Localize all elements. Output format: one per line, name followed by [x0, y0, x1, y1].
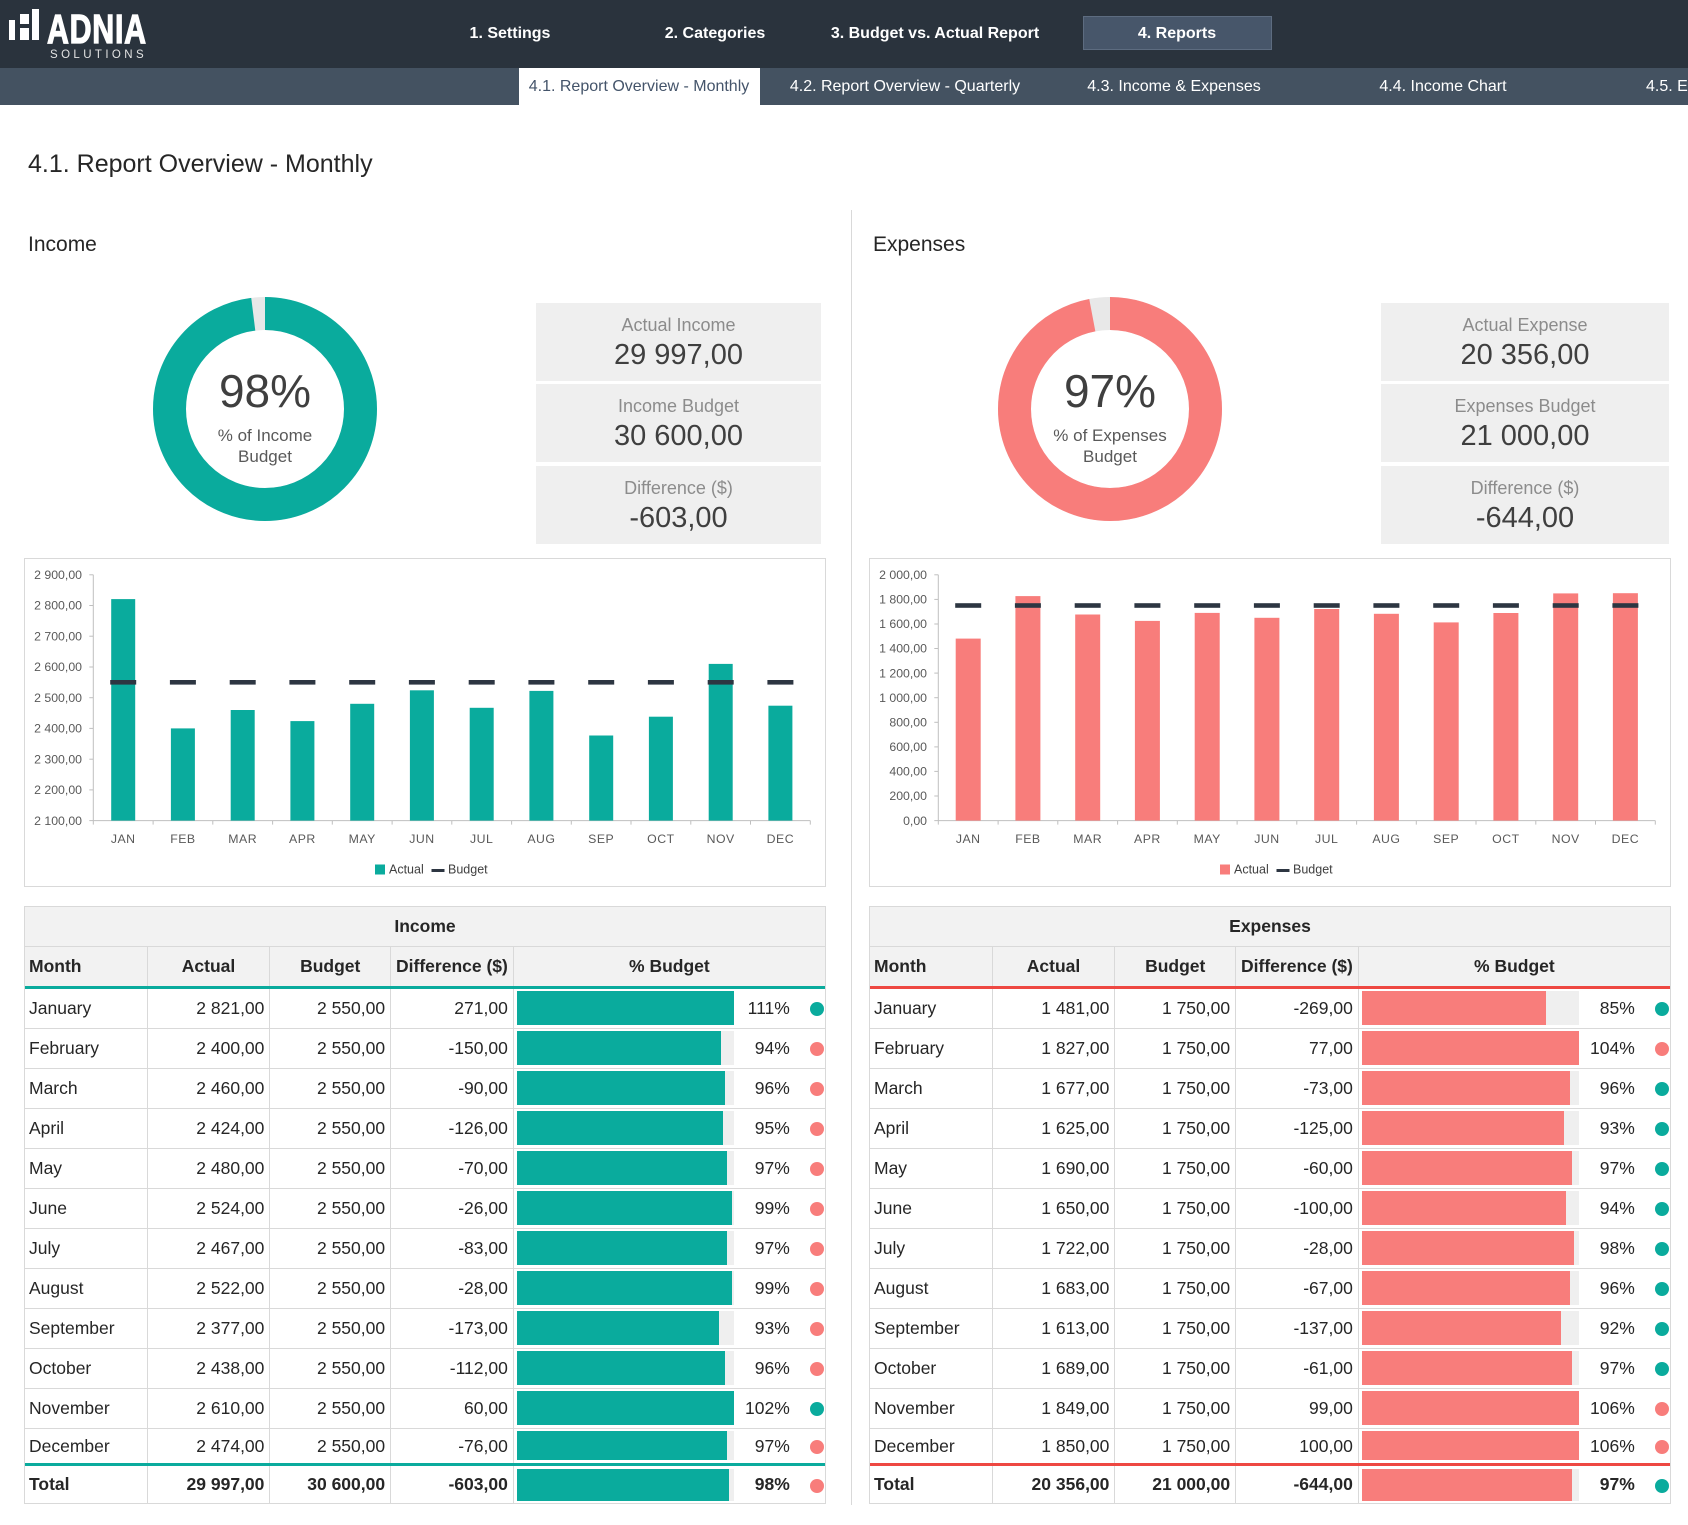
- svg-text:MAR: MAR: [228, 832, 257, 846]
- svg-text:OCT: OCT: [647, 832, 674, 846]
- svg-text:200,00: 200,00: [889, 789, 927, 803]
- svg-text:1 800,00: 1 800,00: [879, 593, 927, 607]
- svg-text:2 800,00: 2 800,00: [34, 599, 82, 613]
- svg-text:AUG: AUG: [527, 832, 555, 846]
- svg-text:APR: APR: [289, 832, 316, 846]
- svg-text:DEC: DEC: [1612, 832, 1639, 846]
- svg-text:JUN: JUN: [409, 832, 434, 846]
- svg-text:DEC: DEC: [767, 832, 794, 846]
- svg-text:Actual: Actual: [1234, 863, 1269, 877]
- svg-text:FEB: FEB: [170, 832, 195, 846]
- svg-text:Budget: Budget: [1293, 863, 1333, 877]
- svg-text:2 900,00: 2 900,00: [34, 568, 82, 582]
- svg-text:MAY: MAY: [349, 832, 376, 846]
- svg-text:JUL: JUL: [1315, 832, 1338, 846]
- svg-text:APR: APR: [1134, 832, 1161, 846]
- svg-text:600,00: 600,00: [889, 740, 927, 754]
- svg-text:OCT: OCT: [1492, 832, 1519, 846]
- svg-text:NOV: NOV: [1552, 832, 1580, 846]
- svg-text:1 400,00: 1 400,00: [879, 642, 927, 656]
- svg-text:2 400,00: 2 400,00: [34, 722, 82, 736]
- svg-text:Actual: Actual: [389, 863, 424, 877]
- svg-text:2 000,00: 2 000,00: [879, 568, 927, 582]
- svg-text:MAR: MAR: [1073, 832, 1102, 846]
- svg-text:0,00: 0,00: [903, 814, 927, 828]
- svg-text:1 200,00: 1 200,00: [879, 666, 927, 680]
- svg-text:2 300,00: 2 300,00: [34, 752, 82, 766]
- svg-text:1 600,00: 1 600,00: [879, 617, 927, 631]
- svg-text:2 500,00: 2 500,00: [34, 691, 82, 705]
- svg-text:JAN: JAN: [956, 832, 981, 846]
- svg-text:JUN: JUN: [1254, 832, 1279, 846]
- svg-text:2 200,00: 2 200,00: [34, 783, 82, 797]
- svg-text:800,00: 800,00: [889, 716, 927, 730]
- svg-text:2 700,00: 2 700,00: [34, 630, 82, 644]
- svg-text:JAN: JAN: [111, 832, 136, 846]
- svg-text:MAY: MAY: [1194, 832, 1221, 846]
- svg-text:FEB: FEB: [1015, 832, 1040, 846]
- svg-text:SEP: SEP: [588, 832, 614, 846]
- svg-text:JUL: JUL: [470, 832, 493, 846]
- svg-text:NOV: NOV: [707, 832, 735, 846]
- svg-text:SEP: SEP: [1433, 832, 1459, 846]
- svg-text:2 100,00: 2 100,00: [34, 814, 82, 828]
- svg-text:400,00: 400,00: [889, 765, 927, 779]
- svg-text:AUG: AUG: [1372, 832, 1400, 846]
- svg-text:1 000,00: 1 000,00: [879, 691, 927, 705]
- svg-text:Budget: Budget: [448, 863, 488, 877]
- svg-text:2 600,00: 2 600,00: [34, 660, 82, 674]
